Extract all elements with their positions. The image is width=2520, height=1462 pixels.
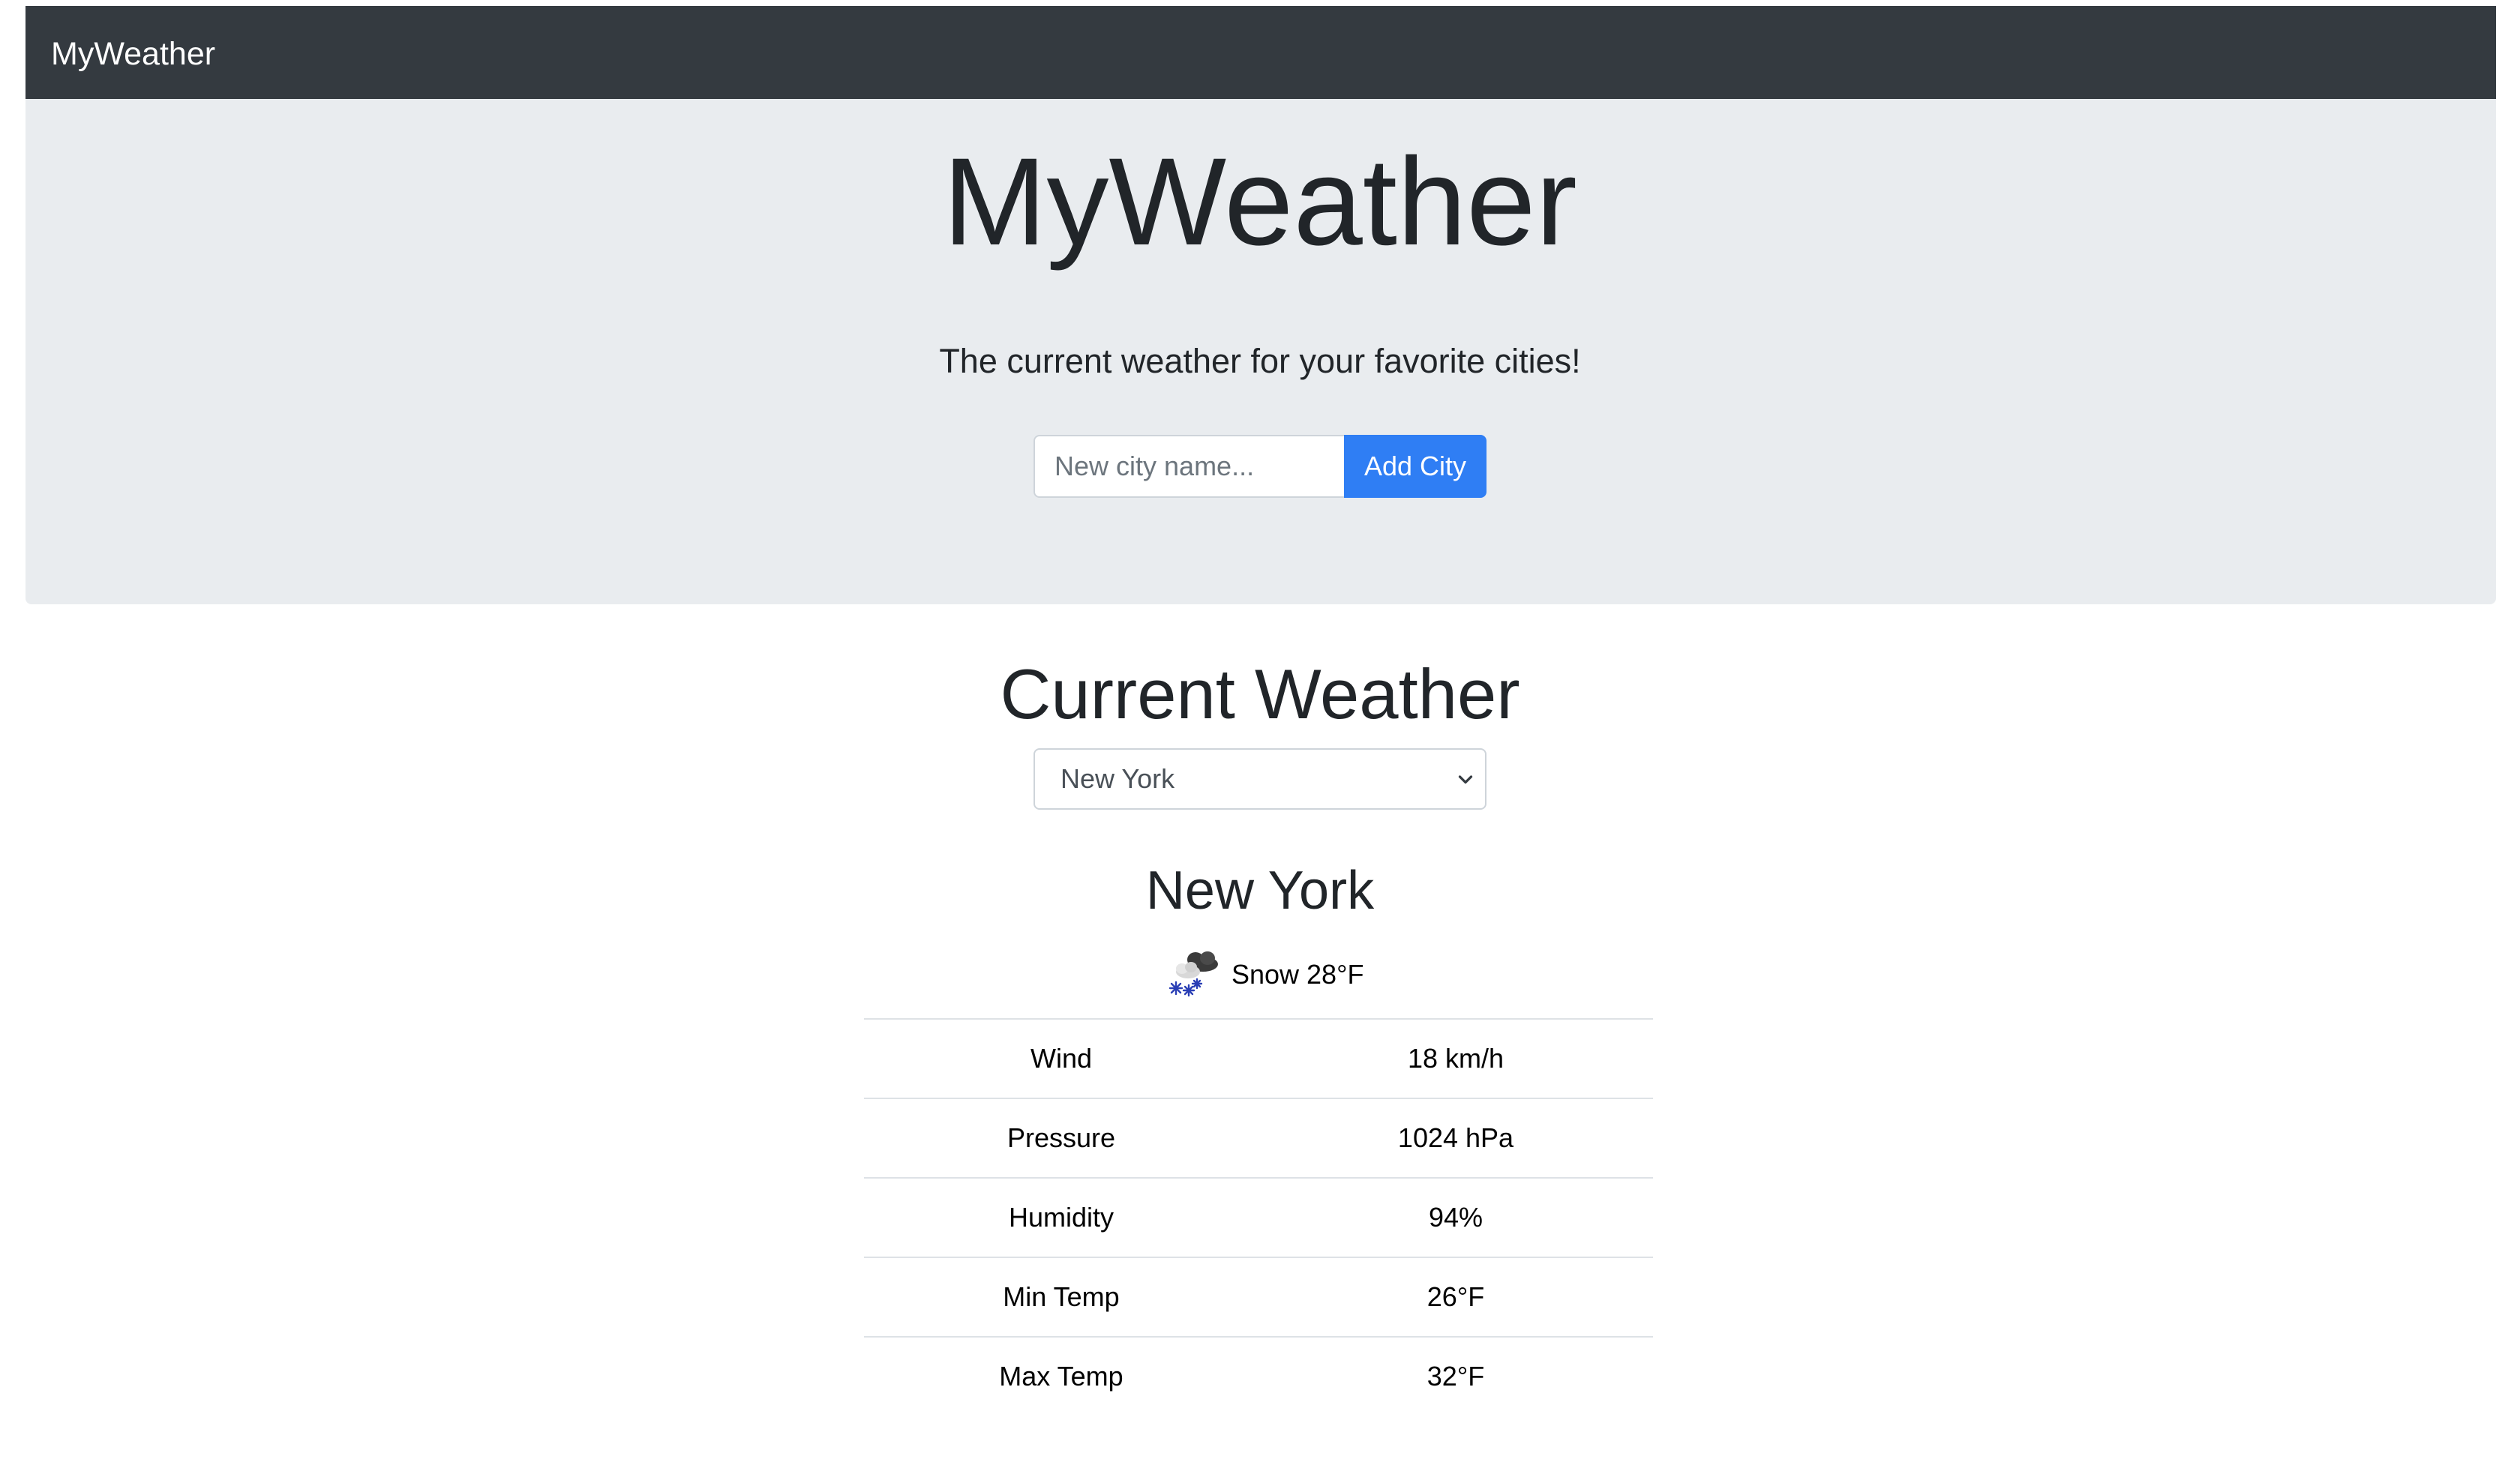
hero-title: MyWeather [943,133,1577,271]
table-row: Humidity 94% [864,1177,1653,1257]
stat-label: Pressure [864,1098,1258,1178]
snow-cloud-icon [1168,951,1218,997]
city-select-value: New York [1060,763,1175,794]
add-city-form: Add City [1034,435,1486,498]
condition-text: Snow 28°F [1231,959,1364,990]
stat-label: Max Temp [864,1336,1258,1416]
stat-value: 1024 hPa [1258,1098,1653,1178]
table-row: Min Temp 26°F [864,1257,1653,1337]
table-row: Pressure 1024 hPa [864,1098,1653,1178]
table-row: Wind 18 km/h [864,1018,1653,1098]
current-weather-title: Current Weather [1000,655,1520,733]
hero-subtitle: The current weather for your favorite ci… [939,342,1581,380]
stat-label: Min Temp [864,1257,1258,1337]
stat-value: 32°F [1258,1336,1653,1416]
navbar: MyWeather [26,6,2496,99]
stat-value: 18 km/h [1258,1018,1653,1098]
stat-value: 94% [1258,1177,1653,1257]
condition-row: Snow 28°F [0,945,2520,1005]
add-city-button[interactable]: Add City [1344,435,1486,498]
chevron-down-icon [1458,775,1473,784]
city-name-heading: New York [1145,861,1375,921]
table-row: Max Temp 32°F [864,1336,1653,1416]
stat-label: Humidity [864,1177,1258,1257]
city-select[interactable]: New York [1034,748,1486,810]
new-city-input[interactable] [1034,435,1345,498]
navbar-brand[interactable]: MyWeather [51,34,215,73]
weather-stats-table: Wind 18 km/h Pressure 1024 hPa Humidity … [864,1018,1653,1416]
stat-value: 26°F [1258,1257,1653,1337]
stat-label: Wind [864,1018,1258,1098]
top-border [0,0,2520,6]
